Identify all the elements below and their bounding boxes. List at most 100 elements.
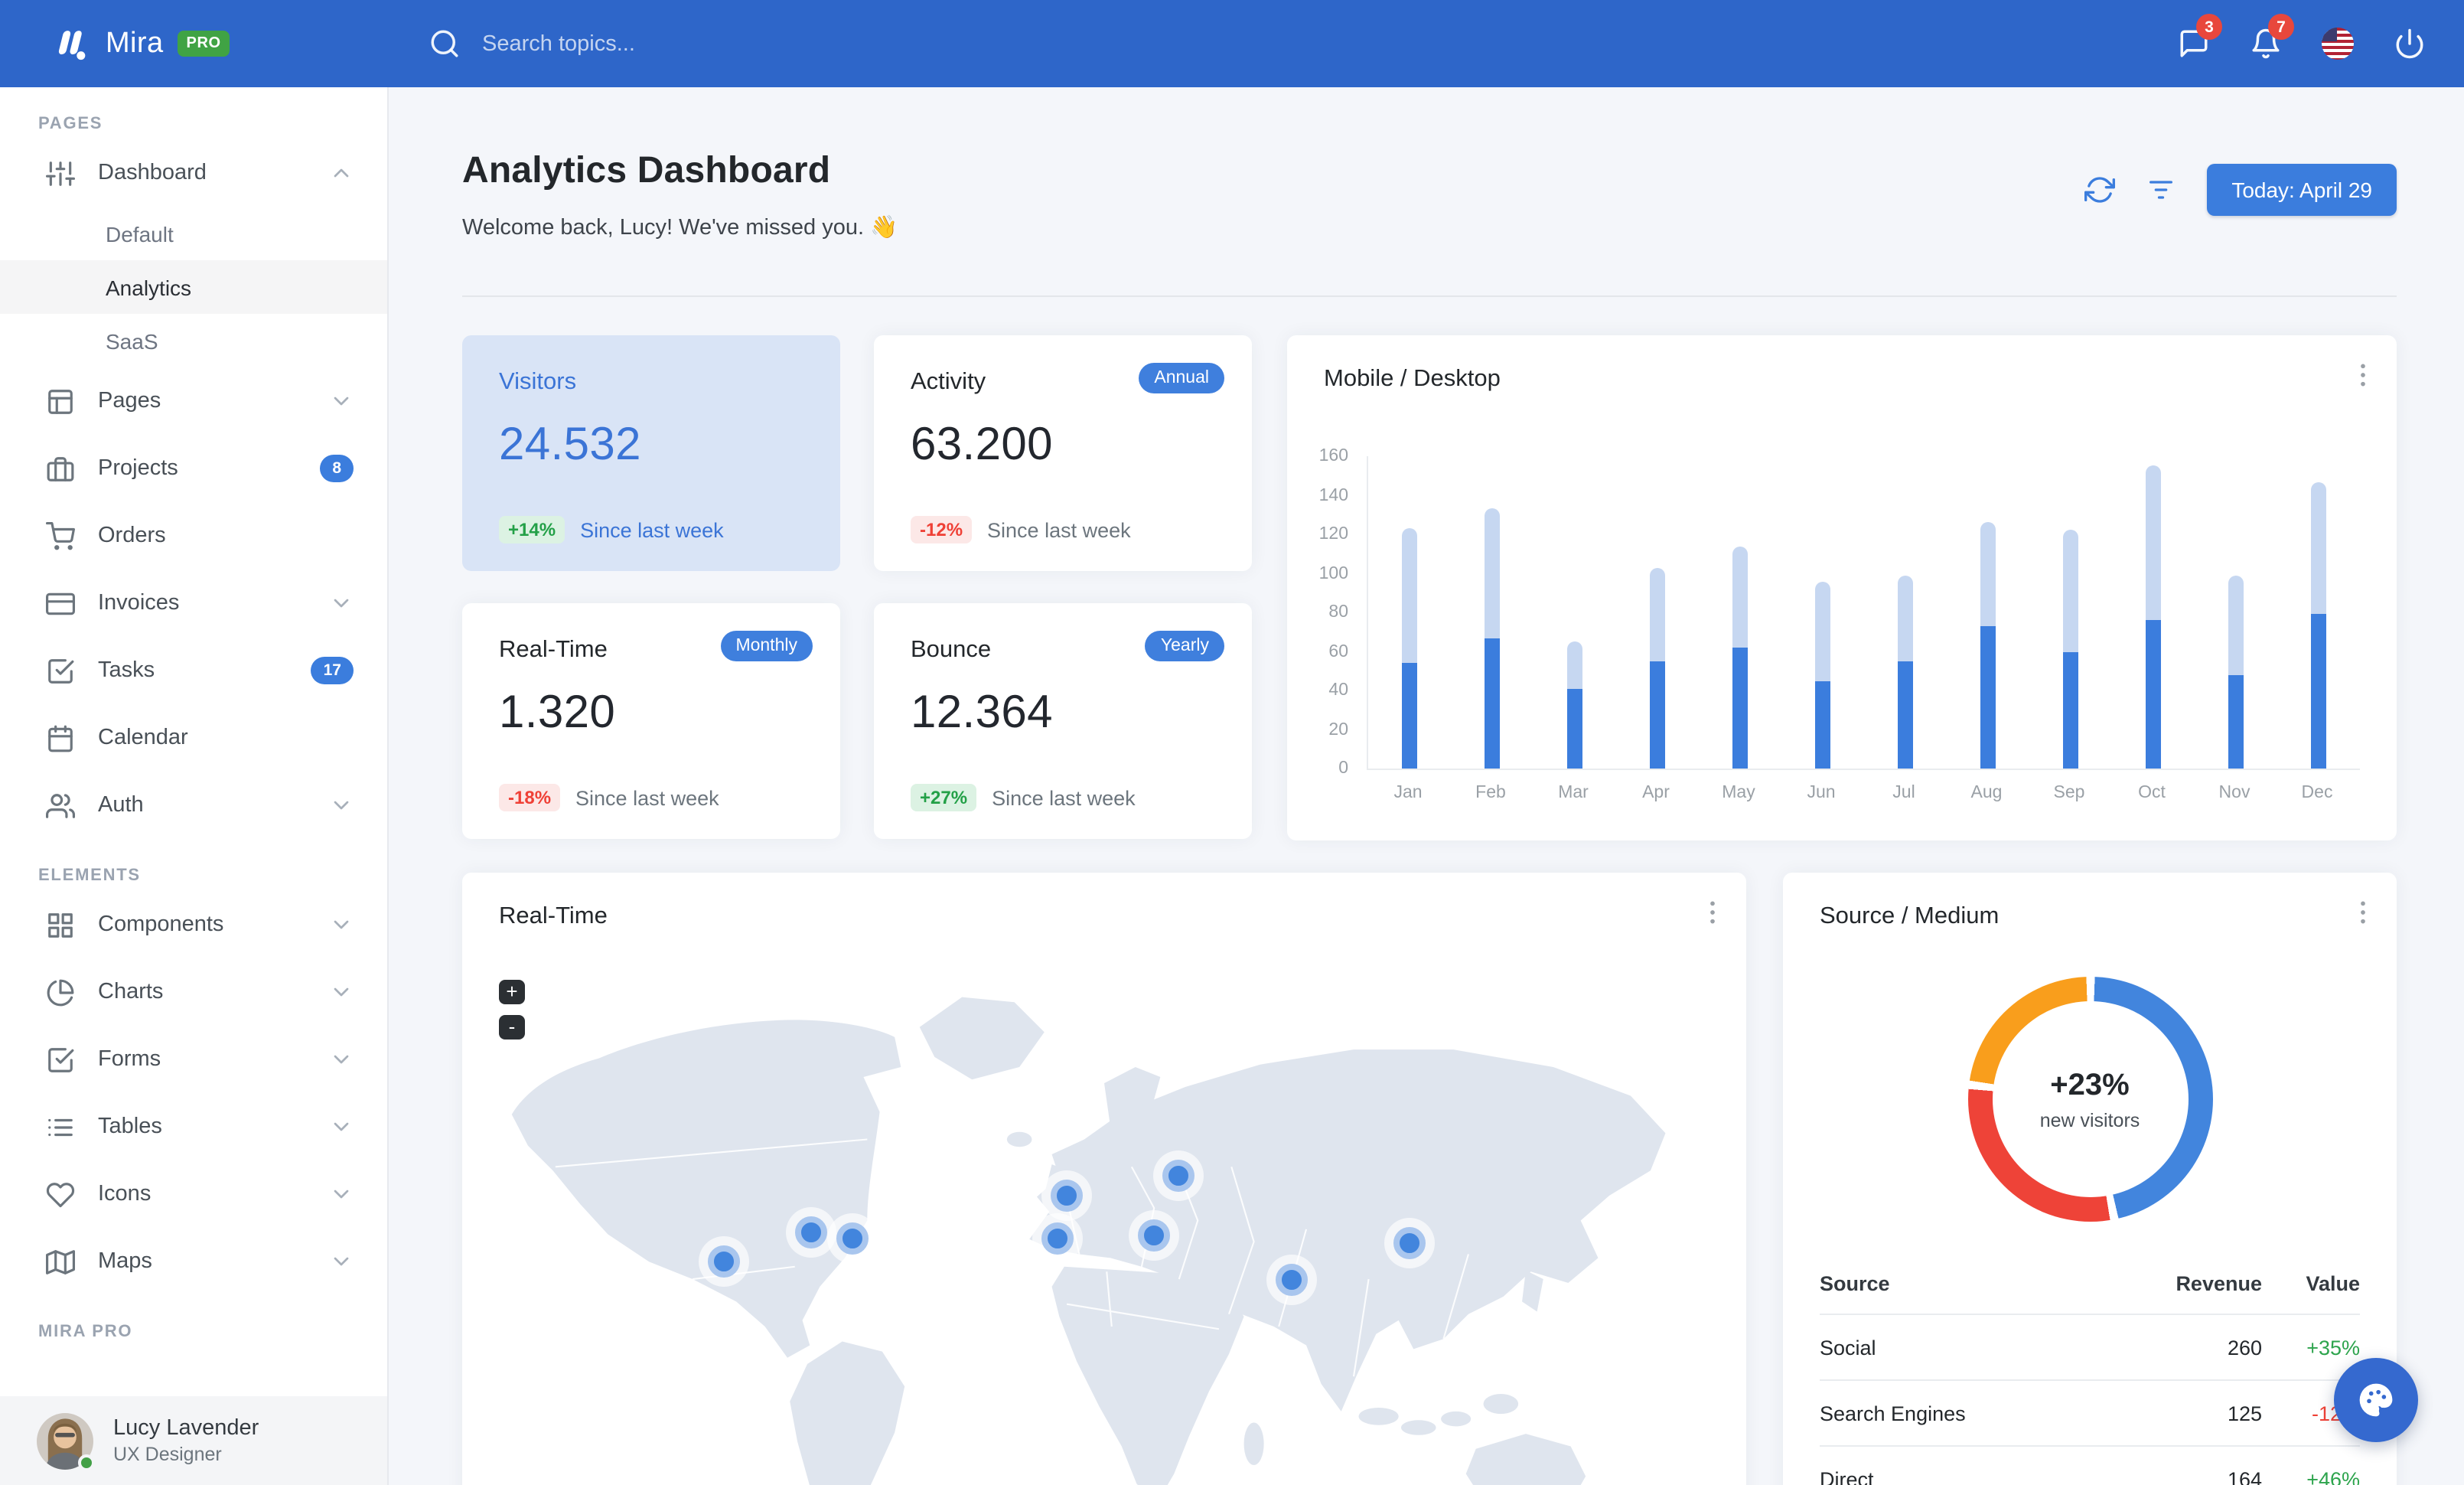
period-pill-badge[interactable]: Yearly [1145,631,1224,661]
sidebar-item-label: Forms [98,1047,161,1072]
stat-value: 1.320 [499,687,616,738]
sidebar-item-label: Auth [98,793,144,818]
chevron-down-icon [329,591,354,615]
map-visitor-marker[interactable] [794,1216,827,1249]
mira-logo-icon [58,30,86,60]
map-visitor-marker[interactable] [1041,1222,1074,1255]
stat-footer: +27% Since last week [911,784,1136,811]
x-axis-tick-label: Nov [2218,784,2251,802]
stat-title: Real-Time [499,637,608,663]
us-flag-icon [2322,28,2354,60]
sidebar-subitem-analytics[interactable]: Analytics [0,260,387,314]
source-table-row: Direct 164 +46% [1820,1445,2360,1485]
donut-center-label: new visitors [2039,1109,2140,1131]
sidebar-item-calendar[interactable]: Calendar [0,704,387,772]
sidebar-item-forms[interactable]: Forms [0,1026,387,1093]
messages-badge: 3 [2196,14,2222,40]
map-visitor-marker[interactable] [836,1222,869,1255]
period-pill-badge[interactable]: Annual [1139,363,1224,393]
map-menu-kebab-icon[interactable] [1697,897,1728,928]
sidebar: PAGES Dashboard Default Analytics SaaS Pages P… [0,87,389,1485]
bar-segment-mobile [2228,674,2244,769]
sidebar-subitem-default[interactable]: Default [0,207,387,260]
map-zoom-out-button[interactable]: - [499,1015,525,1040]
pie-chart-icon [46,977,75,1007]
shopping-cart-icon [46,521,75,550]
sidebar-item-orders[interactable]: Orders [0,502,387,570]
sliders-icon [46,158,75,188]
bar-segment-desktop [2146,465,2161,621]
page-title: Analytics Dashboard [462,150,831,191]
search-input[interactable] [479,30,837,57]
theme-settings-button[interactable] [2334,1358,2418,1442]
bar-segment-desktop [1402,528,1417,664]
filter-icon[interactable] [2146,175,2176,205]
brand[interactable]: Mira PRO [0,24,389,64]
messages-button[interactable]: 3 [2158,0,2230,87]
delta-badge: -12% [911,516,973,543]
sidebar-item-dashboard[interactable]: Dashboard [0,139,387,207]
stat-card-bounce: Bounce Yearly 12.364 +27% Since last week [874,603,1252,839]
sidebar-section-label: ELEMENTS [38,867,141,885]
sidebar-item-pages[interactable]: Pages [0,367,387,435]
chevron-down-icon [329,980,354,1004]
sidebar-item-maps[interactable]: Maps [0,1228,387,1295]
date-range-button[interactable]: Today: April 29 [2207,164,2397,216]
chart-menu-kebab-icon[interactable] [2348,360,2378,390]
source-menu-kebab-icon[interactable] [2348,897,2378,928]
revenue-cell: 125 [2227,1402,2262,1425]
world-map[interactable] [481,952,1728,1485]
map-visitor-marker[interactable] [1275,1264,1308,1297]
source-cell: Direct [1820,1467,1874,1485]
sidebar-item-projects[interactable]: Projects 8 [0,435,387,502]
bar-segment-mobile [1567,688,1582,769]
sidebar-item-tables[interactable]: Tables [0,1093,387,1160]
map-visitor-marker[interactable] [1051,1179,1084,1212]
period-pill-badge[interactable]: Monthly [720,631,813,661]
bar-dec [2311,481,2326,769]
map-visitor-marker[interactable] [1162,1160,1195,1193]
refresh-icon[interactable] [2084,175,2116,205]
check-square-icon [46,1045,75,1074]
stat-value: 24.532 [499,419,641,470]
sidebar-item-auth[interactable]: Auth [0,772,387,839]
bar-segment-desktop [2311,481,2326,615]
stat-caption: Since last week [987,518,1131,541]
sidebar-section-label: MIRA PRO [38,1323,133,1341]
layout-icon [46,387,75,416]
app-root: Mira PRO 3 7 PAGESDashboardDefaul [0,0,2464,1485]
source-table-row: Social 260 +35% [1820,1314,2360,1379]
sidebar-item-invoices[interactable]: Invoices [0,570,387,637]
user-role: UX Designer [113,1444,222,1465]
language-button[interactable] [2302,0,2374,87]
chevron-down-icon [329,912,354,937]
chevron-up-icon [329,161,354,185]
delta-badge: +14% [499,516,565,543]
map-visitor-marker[interactable] [1138,1219,1171,1252]
signout-button[interactable] [2374,0,2446,87]
bar-segment-desktop [1980,522,1996,626]
list-icon [46,1112,75,1141]
stat-title: Activity [911,369,986,395]
sidebar-item-charts[interactable]: Charts [0,958,387,1026]
sidebar-item-label: Components [98,912,224,937]
column-header: Value [2306,1271,2360,1294]
map-visitor-marker[interactable] [1393,1226,1426,1259]
stat-caption: Since last week [992,786,1136,809]
sidebar-count-badge: 8 [320,455,354,482]
bar-segment-desktop [1732,546,1748,648]
sidebar-subitem-saas[interactable]: SaaS [0,314,387,367]
sidebar-item-components[interactable]: Components [0,891,387,958]
pro-badge: PRO [177,31,230,57]
y-axis-tick-label: 80 [1328,603,1348,622]
heart-icon [46,1180,75,1209]
sidebar-item-icons[interactable]: Icons [0,1160,387,1228]
sidebar-user[interactable]: Lucy Lavender UX Designer [0,1396,387,1485]
notifications-button[interactable]: 7 [2230,0,2302,87]
stat-value: 12.364 [911,687,1053,738]
x-axis-tick-label: Feb [1475,784,1506,802]
calendar-icon [46,723,75,752]
map-visitor-marker[interactable] [707,1245,740,1278]
map-zoom-in-button[interactable]: + [499,980,525,1004]
sidebar-item-tasks[interactable]: Tasks 17 [0,637,387,704]
